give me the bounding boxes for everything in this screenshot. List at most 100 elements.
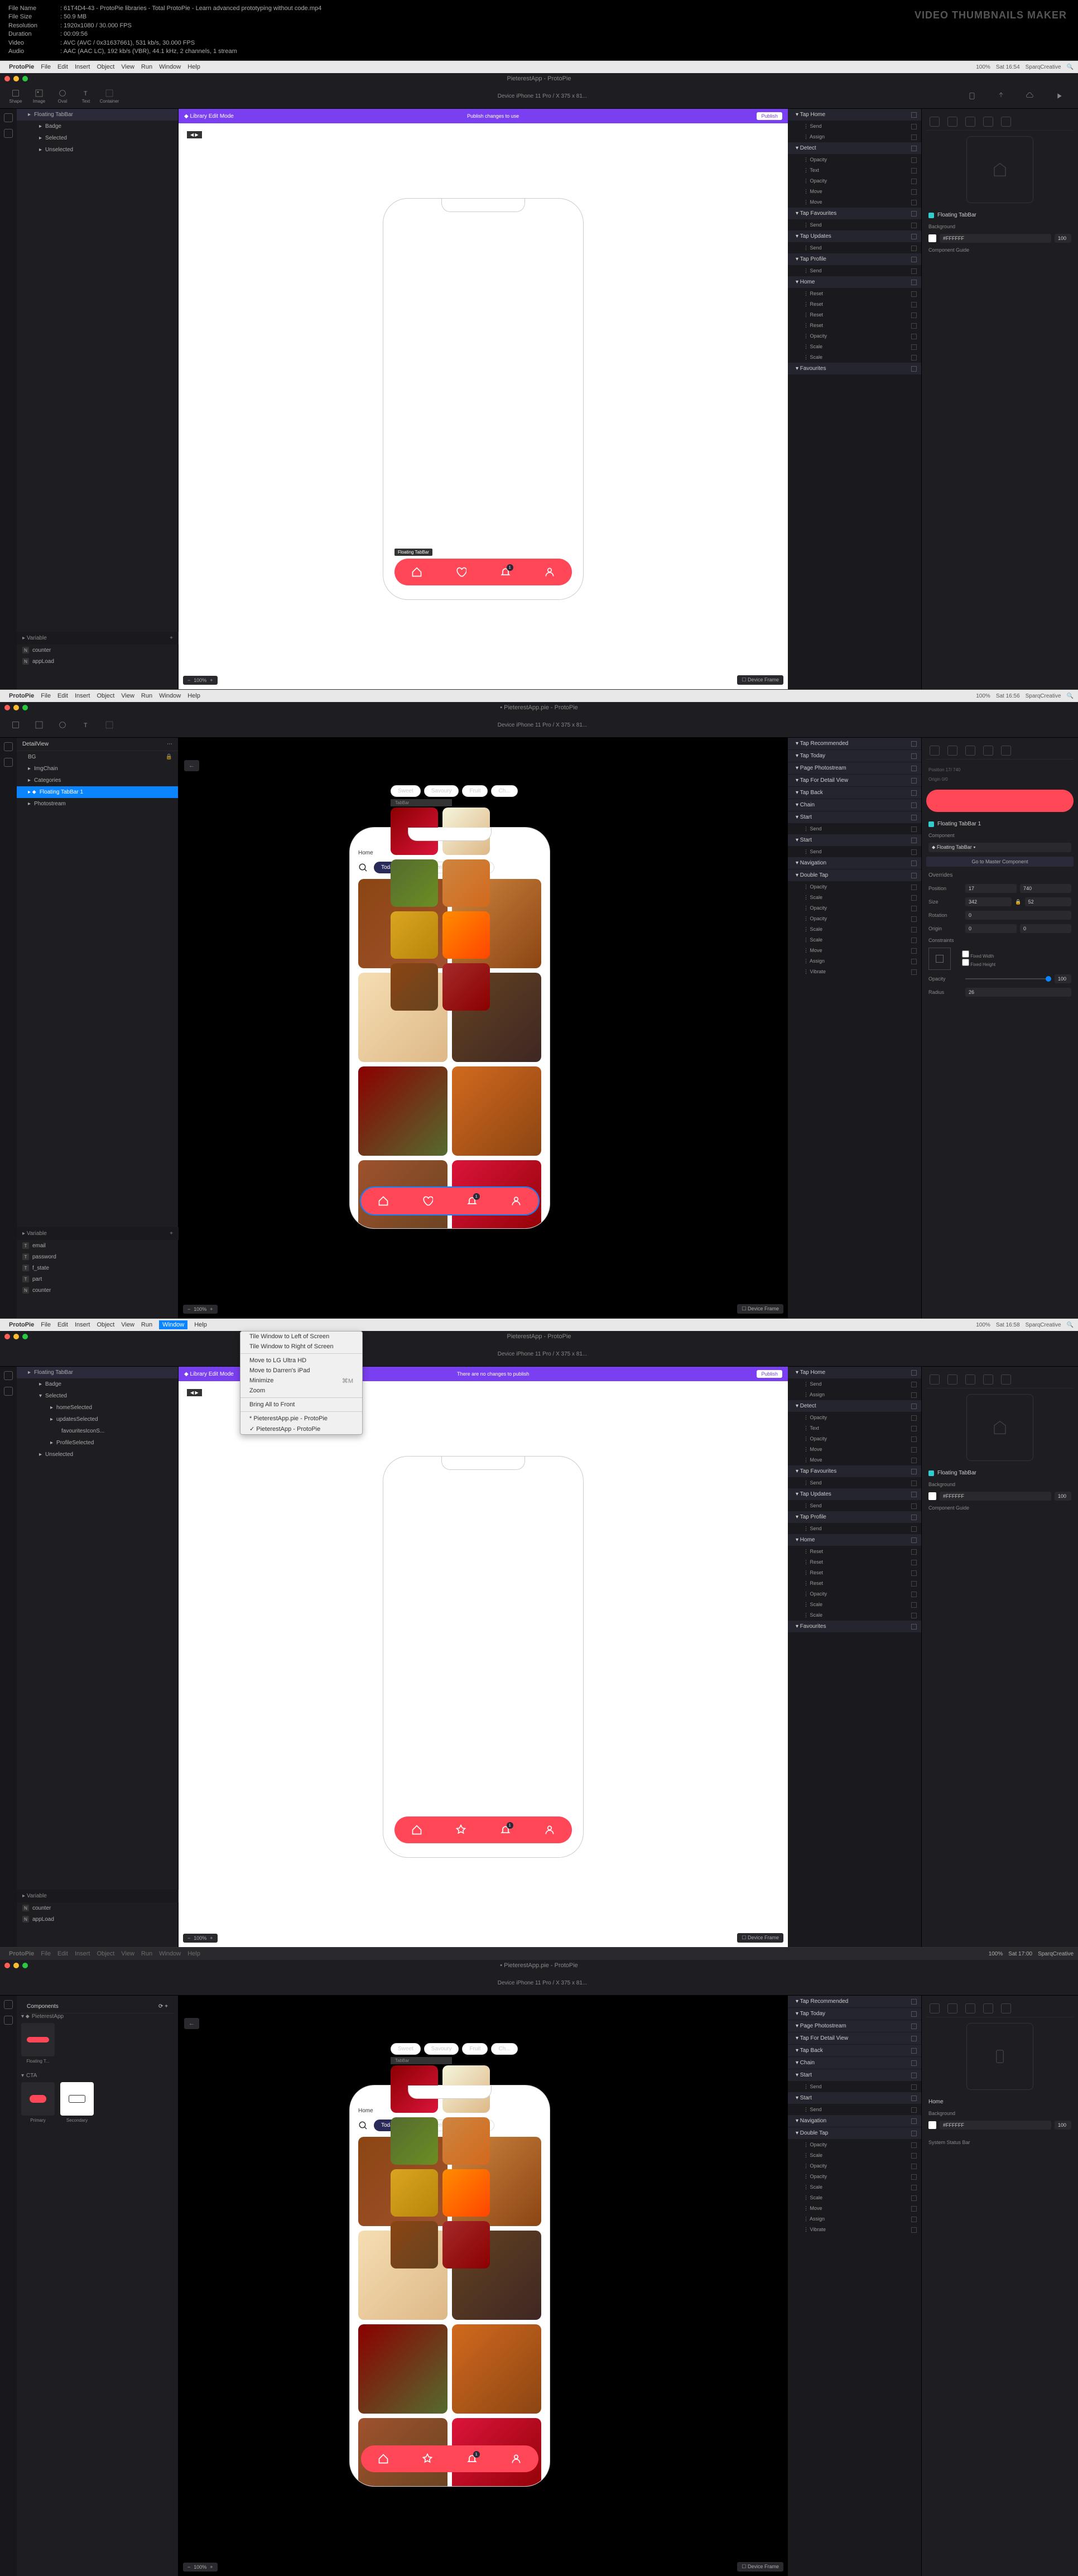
menu-edit[interactable]: Edit bbox=[57, 64, 68, 70]
dd-minimize[interactable]: Minimize⌘M bbox=[240, 1376, 362, 1386]
interaction-trigger[interactable]: ▾ Tap Updates bbox=[788, 230, 921, 242]
tool-oval[interactable] bbox=[52, 715, 73, 736]
interaction-action[interactable]: ⋮ Assign bbox=[788, 1390, 921, 1400]
interaction-trigger[interactable]: ▾ Tap Favourites bbox=[788, 1465, 921, 1477]
interaction-trigger[interactable]: ▾ Tap Favourites bbox=[788, 208, 921, 219]
interaction-action[interactable]: ⋮ Opacity bbox=[788, 176, 921, 186]
tab-home-icon[interactable] bbox=[378, 1195, 389, 1207]
interaction-action[interactable]: ⋮ Send bbox=[788, 121, 921, 132]
interaction-trigger[interactable]: ▾ Favourites bbox=[788, 363, 921, 374]
traffic-lights[interactable] bbox=[0, 73, 32, 84]
menu-run[interactable]: Run bbox=[141, 64, 152, 70]
interaction-action[interactable]: ⋮ Text bbox=[788, 165, 921, 176]
tree-badge[interactable]: ▸ Badge bbox=[17, 121, 178, 132]
interaction-action[interactable]: ⋮ Move bbox=[788, 1444, 921, 1455]
interaction-action[interactable]: ⋮ Send bbox=[788, 1478, 921, 1488]
interaction-trigger[interactable]: ▾ Start bbox=[788, 2069, 921, 2081]
interaction-trigger[interactable]: ▾ Start bbox=[788, 811, 921, 823]
dd-window-1[interactable]: * PieterestApp.pie - ProtoPie bbox=[240, 1414, 362, 1424]
interaction-action[interactable]: ⋮ Scale bbox=[788, 2150, 921, 2161]
interaction-trigger[interactable]: ▾ Page Photostream bbox=[788, 762, 921, 774]
interaction-action[interactable]: ⋮ Send bbox=[788, 1524, 921, 1534]
interaction-trigger[interactable]: ▾ Tap For Detail View bbox=[788, 775, 921, 786]
interaction-action[interactable]: ⋮ Opacity bbox=[788, 882, 921, 892]
interaction-action[interactable]: ⋮ Send bbox=[788, 266, 921, 276]
component-thumb-tabbar[interactable]: Floating T... bbox=[21, 2023, 55, 2064]
interaction-trigger[interactable]: ▾ Tap Home bbox=[788, 109, 921, 121]
interaction-trigger[interactable]: ▾ Home bbox=[788, 1534, 921, 1546]
interaction-action[interactable]: ⋮ Scale bbox=[788, 1610, 921, 1621]
tool-container[interactable]: Container bbox=[99, 86, 119, 107]
interaction-action[interactable]: ⋮ Assign bbox=[788, 2214, 921, 2224]
prop-component-guide[interactable]: Component Guide bbox=[926, 245, 1074, 255]
lock-icon[interactable]: 🔒 bbox=[166, 754, 172, 760]
var-counter[interactable]: Ncounter bbox=[17, 645, 179, 656]
food-image[interactable] bbox=[358, 1066, 447, 1156]
interaction-action[interactable]: ⋮ Send bbox=[788, 1379, 921, 1390]
interaction-action[interactable]: ⋮ Opacity bbox=[788, 1589, 921, 1599]
food-image[interactable] bbox=[452, 1066, 541, 1156]
interaction-action[interactable]: ⋮ Reset bbox=[788, 310, 921, 320]
interaction-trigger[interactable]: ▾ Start bbox=[788, 2092, 921, 2104]
interaction-action[interactable]: ⋮ Scale bbox=[788, 935, 921, 945]
interaction-action[interactable]: ⋮ Opacity bbox=[788, 2171, 921, 2182]
menu-window-active[interactable]: Window bbox=[159, 1320, 187, 1329]
device-frame-toggle[interactable]: ☐ Device Frame bbox=[737, 675, 783, 685]
tree-categories[interactable]: ▸ Categories bbox=[17, 775, 178, 786]
app-group[interactable]: ▾ ⬥ PieterestApp bbox=[21, 2013, 174, 2020]
tab-profile-icon[interactable] bbox=[544, 566, 555, 578]
menu-view[interactable]: View bbox=[121, 64, 134, 70]
interaction-action[interactable]: ⋮ Move bbox=[788, 186, 921, 197]
tree-root[interactable]: ▸ Floating TabBar bbox=[17, 109, 178, 121]
app-name[interactable]: ProtoPie bbox=[9, 64, 34, 70]
interaction-action[interactable]: ⋮ Move bbox=[788, 2203, 921, 2214]
tool-text[interactable]: T bbox=[76, 715, 96, 736]
publish-button[interactable]: Publish bbox=[757, 112, 782, 120]
interaction-action[interactable]: ⋮ Move bbox=[788, 945, 921, 956]
tool-cloud[interactable] bbox=[1020, 715, 1040, 736]
interaction-trigger[interactable]: ▾ Tap Profile bbox=[788, 253, 921, 265]
interaction-trigger[interactable]: ▾ Chain bbox=[788, 2057, 921, 2069]
tab-heart-icon[interactable] bbox=[422, 1195, 433, 1207]
canvas[interactable]: ◆ Library Edit Mode Publish changes to u… bbox=[179, 109, 788, 689]
dd-tile-right[interactable]: Tile Window to Right of Screen bbox=[240, 1342, 362, 1352]
interaction-action[interactable]: ⋮ Vibrate bbox=[788, 2224, 921, 2235]
interaction-action[interactable]: ⋮ Reset bbox=[788, 1546, 921, 1557]
tab-bell-icon[interactable]: 1 bbox=[500, 566, 511, 578]
ptab-4[interactable] bbox=[983, 117, 993, 127]
dd-move-lg[interactable]: Move to LG Ultra HD bbox=[240, 1356, 362, 1366]
rail-scenes-icon[interactable] bbox=[4, 113, 13, 122]
tool-image[interactable]: Image bbox=[29, 86, 49, 107]
dd-zoom[interactable]: Zoom bbox=[240, 1386, 362, 1396]
interaction-action[interactable]: ⋮ Opacity bbox=[788, 331, 921, 342]
interaction-action[interactable]: ⋮ Scale bbox=[788, 342, 921, 352]
interaction-action[interactable]: ⋮ Opacity bbox=[788, 155, 921, 165]
interaction-trigger[interactable]: ▾ Favourites bbox=[788, 1621, 921, 1632]
ptab-1[interactable] bbox=[930, 117, 940, 127]
tree-bg[interactable]: BG🔒 bbox=[17, 751, 178, 763]
interaction-trigger[interactable]: ▾ Detect bbox=[788, 142, 921, 154]
interaction-trigger[interactable]: ▾ Chain bbox=[788, 799, 921, 811]
search-icon[interactable]: 🔍 bbox=[1067, 1322, 1074, 1328]
canvas-breadcrumb[interactable]: ◀ ▶ bbox=[187, 131, 202, 138]
interaction-action[interactable]: ⋮ Assign bbox=[788, 956, 921, 967]
interaction-trigger[interactable]: ▾ Page Photostream bbox=[788, 2020, 921, 2032]
menu-object[interactable]: Object bbox=[97, 64, 114, 70]
close-button[interactable] bbox=[4, 76, 10, 81]
interaction-action[interactable]: ⋮ Scale bbox=[788, 2182, 921, 2193]
interaction-trigger[interactable]: ▾ Tap For Detail View bbox=[788, 2032, 921, 2044]
component-thumb-secondary[interactable]: Secondary bbox=[60, 2082, 94, 2123]
tool-image[interactable] bbox=[29, 715, 49, 736]
interaction-action[interactable]: ⋮ Opacity bbox=[788, 1434, 921, 1444]
interaction-trigger[interactable]: ▾ Tap Today bbox=[788, 2008, 921, 2020]
ptab-2[interactable] bbox=[947, 117, 957, 127]
search-icon[interactable]: 🔍 bbox=[1067, 693, 1074, 699]
interaction-action[interactable]: ⋮ Send bbox=[788, 2082, 921, 2092]
component-dropdown[interactable]: ⬥ Floating TabBar ▾ bbox=[926, 840, 1074, 854]
interaction-action[interactable]: ⋮ Scale bbox=[788, 924, 921, 935]
interaction-action[interactable]: ⋮ Vibrate bbox=[788, 967, 921, 977]
interaction-trigger[interactable]: ▾ Navigation bbox=[788, 2115, 921, 2127]
tool-run[interactable] bbox=[1049, 715, 1069, 736]
interaction-trigger[interactable]: ▾ Tap Updates bbox=[788, 1488, 921, 1500]
tree-imgchain[interactable]: ▸ ImgChain bbox=[17, 763, 178, 775]
